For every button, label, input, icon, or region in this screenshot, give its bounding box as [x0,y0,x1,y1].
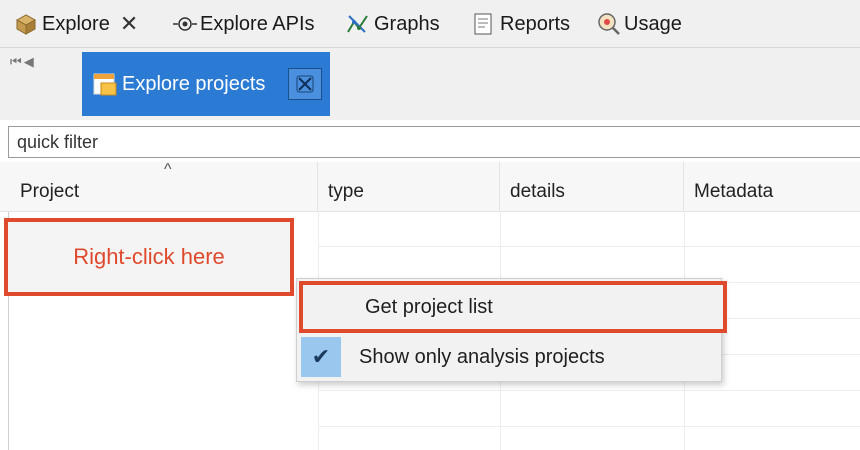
tab-usage-label: Usage [624,12,682,35]
table-divider [318,426,860,427]
table-header: ^ Project type details Metadata [0,161,860,212]
menu-item-label: Show only analysis projects [359,345,605,368]
table-divider [318,390,860,391]
tab-usage[interactable]: Usage [596,6,682,42]
tab-reports[interactable]: Reports [472,6,570,42]
tab-explore-apis-label: Explore APIs [200,12,315,35]
tab-explore-label: Explore [42,12,110,35]
column-header-metadata[interactable]: Metadata [684,162,860,212]
quick-filter-input[interactable] [8,126,860,158]
first-page-icon[interactable]: ⏮ [10,54,24,69]
annotation-label: Right-click here [73,244,225,269]
tab-explore-projects[interactable]: Explore projects [82,52,330,116]
close-icon[interactable]: ✕ [120,13,138,35]
magnifier-icon [596,12,620,36]
table-divider [318,246,860,247]
column-header-type[interactable]: type [318,162,500,212]
graph-icon [346,12,370,36]
tab-explore-projects-label: Explore projects [122,72,266,95]
tab-graphs-label: Graphs [374,12,440,35]
tab-graphs[interactable]: Graphs [346,6,440,42]
tab-reports-label: Reports [500,12,571,35]
top-tab-bar: Explore ✕ Explore APIs Graphs Reports Us… [0,0,860,48]
eye-icon [172,12,197,36]
nav-arrows[interactable]: ⏮◀ [10,54,36,70]
context-menu: Get project list ✔ Show only analysis pr… [296,278,727,382]
column-header-details[interactable]: details [500,162,684,212]
sort-ascending-icon: ^ [164,161,172,178]
report-icon [472,12,496,36]
menu-item-label: Get project list [365,295,493,318]
right-click-annotation[interactable]: Right-click here [4,218,294,296]
checkmark-icon: ✔ [301,337,341,377]
projects-icon [92,71,118,97]
menu-item-get-project-list[interactable]: Get project list [299,281,727,333]
menu-item-show-only-analysis-projects[interactable]: ✔ Show only analysis projects [297,333,721,381]
column-header-project[interactable]: ^ Project [10,161,318,212]
tab-explore[interactable]: Explore ✕ [14,6,138,42]
close-icon[interactable] [288,68,322,100]
prev-page-icon[interactable]: ◀ [24,54,36,69]
package-icon [14,12,38,36]
tab-explore-apis[interactable]: Explore APIs [172,6,315,42]
